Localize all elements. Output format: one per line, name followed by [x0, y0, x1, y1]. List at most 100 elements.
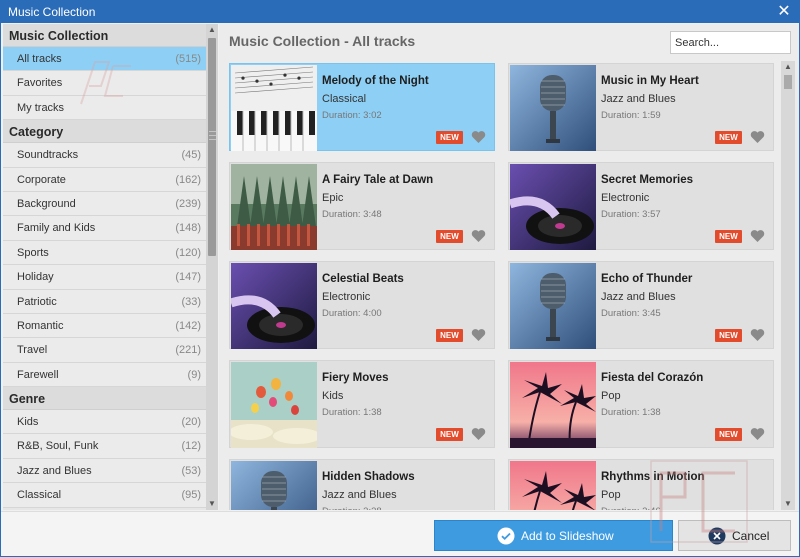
sidebar-item-jazz-and-blues[interactable]: Jazz and Blues (53): [3, 458, 206, 484]
sidebar-item-label: R&B, Soul, Funk: [17, 440, 99, 453]
sidebar-item-label: Classical: [17, 489, 62, 502]
sidebar-item-travel[interactable]: Travel (221): [3, 338, 206, 363]
sidebar-item-label: Holiday: [17, 271, 54, 284]
sidebar-item-kids[interactable]: Kids (20): [3, 410, 206, 435]
heart-icon[interactable]: [471, 328, 486, 342]
track-genre: Classical: [322, 93, 367, 105]
check-circle-icon: [497, 527, 515, 545]
heart-icon[interactable]: [750, 130, 765, 144]
sidebar-item-label: Kids: [17, 416, 39, 429]
sidebar-item-holiday[interactable]: Holiday (147): [3, 265, 206, 290]
track-thumbnail: [510, 164, 596, 250]
track-card[interactable]: Hidden Shadows Jazz and Blues Duration: 3:…: [229, 459, 495, 510]
sidebar-item-count: (33): [181, 295, 201, 308]
sidebar-item-corporate[interactable]: Corporate (162): [3, 167, 206, 192]
sidebar-item-count: (120): [175, 246, 201, 259]
sidebar-item-label: Corporate: [17, 173, 66, 186]
track-card[interactable]: A Fairy Tale at Dawn Epic Duration: 3:48 NE…: [229, 162, 495, 250]
sidebar-item-label: All tracks: [17, 53, 62, 65]
heart-icon[interactable]: [750, 328, 765, 342]
scroll-up-icon[interactable]: ▲: [781, 61, 795, 73]
piano-icon: [231, 65, 317, 151]
heart-icon[interactable]: [471, 229, 486, 243]
sidebar-item-count: (142): [175, 319, 201, 332]
track-duration: Duration: 3:48: [322, 209, 382, 220]
sidebar-item-count: (221): [175, 344, 201, 357]
track-card[interactable]: Music in My Heart Jazz and Blues Duration:…: [508, 63, 774, 151]
track-card[interactable]: Echo of Thunder Jazz and Blues Duration: 3…: [508, 261, 774, 349]
new-badge: NEW: [715, 230, 742, 243]
heart-icon[interactable]: [750, 427, 765, 441]
sidebar-item-farewell[interactable]: Farewell (9): [3, 362, 206, 388]
track-card[interactable]: Secret Memories Electronic Duration: 3:57 N…: [508, 162, 774, 250]
sidebar-section-header: Category: [3, 120, 206, 144]
sidebar-item-label: Sports: [17, 246, 49, 259]
main-scroll-thumb[interactable]: [784, 75, 792, 89]
track-card[interactable]: Celestial Beats Electronic Duration: 4:00 N…: [229, 261, 495, 349]
sidebar-item-r-b-soul-funk[interactable]: R&B, Soul, Funk (12): [3, 434, 206, 459]
track-grid: Melody of the Night Classical Duration: 3:…: [229, 63, 777, 510]
palm-sunset-icon: [510, 461, 596, 510]
scroll-up-icon[interactable]: ▲: [206, 24, 218, 36]
track-card[interactable]: Fiesta del Corazón Pop Duration: 1:38 NEW: [508, 360, 774, 448]
search-input[interactable]: [670, 31, 791, 54]
close-icon[interactable]: ✕: [775, 3, 793, 21]
sidebar-section-header: Music Collection: [3, 24, 206, 47]
new-badge: NEW: [436, 329, 463, 342]
sidebar-item-label: Background: [17, 197, 76, 210]
dj-turntable-icon: [231, 263, 317, 349]
track-duration: Duration: 1:59: [601, 110, 661, 121]
track-thumbnail: [510, 461, 596, 510]
music-collection-window: Music Collection ✕ Music Collection All t…: [0, 0, 800, 557]
track-genre: Jazz and Blues: [601, 291, 676, 303]
sidebar-item-my-tracks[interactable]: My tracks: [3, 95, 206, 121]
scroll-down-icon[interactable]: ▼: [781, 498, 795, 510]
new-badge: NEW: [715, 329, 742, 342]
sidebar-scrollbar[interactable]: ▲ — — — ▼: [206, 24, 218, 510]
sidebar-item-label: Jazz and Blues: [17, 464, 92, 477]
track-genre: Electronic: [601, 192, 650, 204]
track-thumbnail: [231, 65, 317, 151]
add-to-slideshow-button[interactable]: Add to Slideshow: [434, 520, 673, 551]
new-badge: NEW: [715, 131, 742, 144]
track-duration: Duration: 3:57: [601, 209, 661, 220]
heart-icon[interactable]: [750, 229, 765, 243]
sidebar-item-favorites[interactable]: Favorites: [3, 71, 206, 96]
add-to-slideshow-label: Add to Slideshow: [521, 529, 614, 543]
microphone-icon: [510, 65, 596, 151]
sidebar-item-sports[interactable]: Sports (120): [3, 240, 206, 266]
sidebar-item-family-and-kids[interactable]: Family and Kids (148): [3, 216, 206, 241]
sidebar-item-background[interactable]: Background (239): [3, 191, 206, 217]
window-title: Music Collection: [8, 5, 96, 19]
heart-icon[interactable]: [471, 427, 486, 441]
track-duration: Duration: 3:45: [601, 308, 661, 319]
balloons-icon: [231, 362, 317, 448]
sidebar-item-count: (515): [175, 53, 201, 65]
sidebar-section-header: Genre: [3, 387, 206, 411]
palm-sunset-icon: [510, 362, 596, 448]
sidebar-item-soundtracks[interactable]: Soundtracks (45): [3, 143, 206, 168]
track-card[interactable]: Fiery Moves Kids Duration: 1:38 NEW: [229, 360, 495, 448]
scroll-down-icon[interactable]: ▼: [206, 498, 218, 510]
sidebar-item-all-tracks[interactable]: All tracks (515): [3, 47, 206, 72]
main-scrollbar[interactable]: ▲ ▼: [781, 61, 795, 510]
microphone-icon: [510, 263, 596, 349]
sidebar-item-count: (148): [175, 222, 201, 235]
sidebar-item-classical[interactable]: Classical (95): [3, 483, 206, 508]
track-thumbnail: [231, 164, 317, 250]
sidebar-item-count: (162): [175, 173, 201, 186]
heart-icon[interactable]: [471, 130, 486, 144]
cancel-button[interactable]: Cancel: [678, 520, 791, 551]
track-card[interactable]: Rhythms in MotionPopDuration: 2:46NEW: [508, 459, 774, 510]
track-thumbnail: [231, 461, 317, 510]
sidebar-item-label: Travel: [17, 344, 48, 357]
track-card[interactable]: Melody of the Night Classical Duration: 3:…: [229, 63, 495, 151]
sidebar-item-count: (12): [181, 440, 201, 453]
sidebar-item-romantic[interactable]: Romantic (142): [3, 313, 206, 339]
sidebar: Music Collection All tracks (515) Favorites…: [3, 24, 206, 510]
title-bar: Music Collection ✕: [1, 1, 799, 23]
sidebar-item-label: Farewell: [17, 368, 59, 381]
sidebar-scroll-thumb[interactable]: [208, 38, 216, 256]
track-duration: Duration: 4:00: [322, 308, 382, 319]
sidebar-item-patriotic[interactable]: Patriotic (33): [3, 289, 206, 314]
